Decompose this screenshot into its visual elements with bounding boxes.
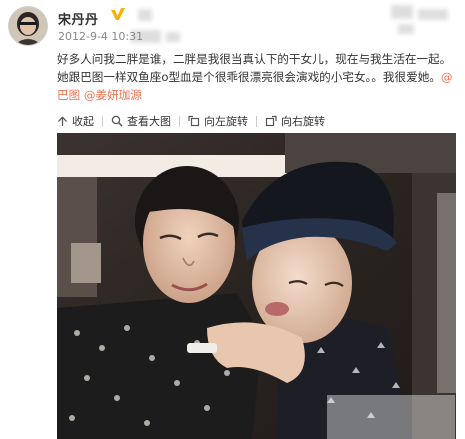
avatar[interactable] [8,6,48,46]
author-name[interactable]: 宋丹丹 [58,9,99,28]
collapse-label: 收起 [72,115,94,128]
view-large-label: 查看大图 [127,115,171,128]
verified-badge-icon [111,8,125,20]
arrow-up-icon [58,116,67,126]
toolbar-divider [179,115,180,127]
toolbar-divider [256,115,257,127]
rotate-right-icon [265,115,277,127]
toolbar-divider [102,115,103,127]
weibo-post-card: 宋丹丹 2012-9-4 10:31 好多人问我二胖是谁，二胖是我很当真认下的干… [0,0,465,439]
collapse-button[interactable]: 收起 [57,113,94,129]
view-large-button[interactable]: 查看大图 [111,113,171,129]
blurred-area [391,5,413,19]
blurred-area [166,32,180,42]
rotate-right-label: 向右旋转 [281,115,325,128]
rotate-left-label: 向左旋转 [204,115,248,128]
post-photo[interactable] [57,133,456,439]
post-timestamp[interactable]: 2012-9-4 10:31 [58,30,143,43]
blurred-area [398,24,414,34]
post-body: 好多人问我二胖是谁，二胖是我很当真认下的干女儿，现在与我生活在一起。她跟巴图一样… [57,52,452,84]
post-text: 好多人问我二胖是谁，二胖是我很当真认下的干女儿，现在与我生活在一起。她跟巴图一样… [57,50,455,104]
rotate-right-button[interactable]: 向右旋转 [265,113,325,129]
search-icon [111,115,123,127]
blurred-area [418,9,448,20]
blurred-area [138,9,152,21]
rotate-left-button[interactable]: 向左旋转 [188,113,248,129]
mention-link[interactable]: @姜妍珈源 [84,88,142,102]
image-toolbar: 收起 查看大图 向左旋转 向右旋转 [57,112,325,130]
rotate-left-icon [188,115,200,127]
